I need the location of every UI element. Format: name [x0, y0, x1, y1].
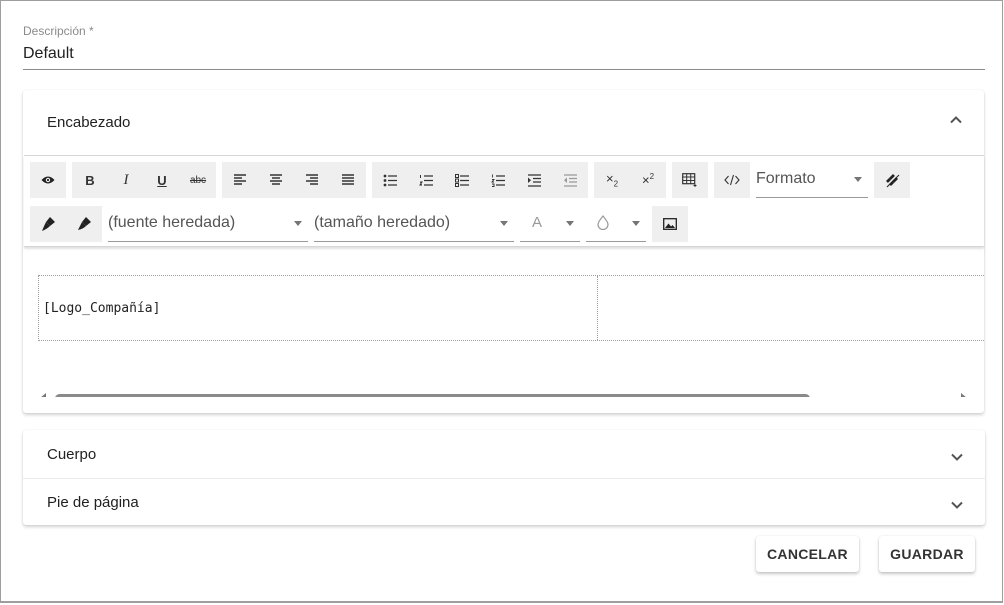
- content-table: [Logo_Compañía]: [38, 275, 984, 341]
- chevron-down-icon: [854, 177, 862, 182]
- font-size-select[interactable]: (tamaño heredado): [314, 206, 514, 242]
- bullet-list-icon: [383, 174, 397, 186]
- superscript-button[interactable]: ×2: [630, 162, 666, 198]
- scroll-right-arrow[interactable]: [961, 393, 967, 397]
- table-icon: [682, 173, 697, 187]
- image-icon: [663, 218, 677, 230]
- color-drop-icon: [597, 215, 609, 230]
- header-panel-title: Encabezado: [47, 114, 131, 131]
- toolbar-group-text-style: B I U abc: [72, 162, 216, 198]
- dialog: Descripción * Default Encabezado B I U a…: [0, 0, 1003, 603]
- editor-toolbar: B I U abc ×2 ×2 Formato (fuente heredada…: [24, 155, 984, 247]
- subscript-button[interactable]: ×2: [594, 162, 630, 198]
- description-underline: [23, 69, 985, 70]
- superscript-icon: ×2: [641, 172, 655, 188]
- toolbar-group-align: [222, 162, 366, 198]
- html-view-button[interactable]: [714, 162, 750, 198]
- outdent-icon: [563, 173, 577, 187]
- save-button[interactable]: GUARDAR: [879, 536, 975, 572]
- indent-icon: [527, 173, 541, 187]
- align-justify-button[interactable]: [330, 162, 366, 198]
- chevron-down-icon: [294, 221, 302, 226]
- body-panel-header[interactable]: Cuerpo: [23, 430, 985, 478]
- bullet-list-button[interactable]: [372, 162, 408, 198]
- description-label: Descripción *: [23, 24, 94, 38]
- outdent-button[interactable]: [552, 162, 588, 198]
- strikethrough-label: abc: [189, 174, 207, 186]
- chevron-down-icon: [500, 221, 508, 226]
- horizontal-scrollbar-thumb[interactable]: [55, 394, 810, 397]
- font-family-value: (fuente heredada): [108, 214, 236, 231]
- collapsed-panels: Cuerpo Pie de página: [23, 430, 985, 525]
- align-right-button[interactable]: [294, 162, 330, 198]
- cancel-button[interactable]: CANCELAR: [756, 536, 859, 572]
- ordered-list-button[interactable]: [480, 162, 516, 198]
- table-cell[interactable]: [Logo_Compañía]: [39, 276, 598, 340]
- subscript-icon: ×2: [605, 171, 619, 189]
- chevron-down-icon: [632, 221, 640, 226]
- description-input[interactable]: Default: [23, 45, 74, 63]
- chevron-down-icon: [951, 453, 963, 461]
- underline-button[interactable]: U: [144, 162, 180, 198]
- logo-placeholder: [Logo_Compañía]: [43, 301, 161, 316]
- toolbar-group-lists: [372, 162, 588, 198]
- text-color-icon: A: [532, 214, 543, 231]
- strikethrough-button[interactable]: abc: [180, 162, 216, 198]
- font-size-value: (tamaño heredado): [314, 214, 451, 231]
- align-center-button[interactable]: [258, 162, 294, 198]
- apply-format-button[interactable]: [66, 206, 102, 242]
- body-panel-title: Cuerpo: [47, 446, 97, 463]
- indent-button[interactable]: [516, 162, 552, 198]
- align-center-icon: [270, 174, 282, 185]
- code-icon: [724, 174, 740, 186]
- chevron-up-icon: [950, 116, 962, 124]
- toolbar-group-image: [652, 206, 688, 242]
- numbered-list-button[interactable]: [408, 162, 444, 198]
- scroll-left-arrow[interactable]: [40, 393, 46, 397]
- chevron-down-icon: [566, 221, 574, 226]
- preview-button[interactable]: [30, 162, 66, 198]
- toolbar-group-script: ×2 ×2: [594, 162, 666, 198]
- insert-table-button[interactable]: [672, 162, 708, 198]
- italic-button[interactable]: I: [108, 162, 144, 198]
- background-color-select[interactable]: [586, 206, 646, 242]
- align-left-icon: [234, 174, 246, 185]
- toolbar-group-clear: [874, 162, 910, 198]
- eye-icon: [41, 176, 55, 184]
- header-panel: Encabezado B I U abc ×2 ×2 Formato (fuen…: [23, 90, 984, 413]
- toolbar-group-brush: [30, 206, 102, 242]
- bold-button[interactable]: B: [72, 162, 108, 198]
- toolbar-group-code: [714, 162, 750, 198]
- toolbar-group-table: [672, 162, 708, 198]
- clear-format-brush-icon: [885, 173, 900, 188]
- italic-label: I: [123, 171, 129, 188]
- checklist-button[interactable]: [444, 162, 480, 198]
- font-family-select[interactable]: (fuente heredada): [108, 206, 308, 242]
- chevron-down-icon: [951, 501, 963, 509]
- align-left-button[interactable]: [222, 162, 258, 198]
- numbered-list-icon: [418, 174, 433, 186]
- brush-icon: [78, 217, 91, 230]
- clear-format-button[interactable]: [874, 162, 910, 198]
- footer-panel-title: Pie de página: [47, 494, 139, 511]
- editor-content[interactable]: [Logo_Compañía]: [24, 247, 984, 397]
- insert-image-button[interactable]: [652, 206, 688, 242]
- underline-label: U: [157, 172, 167, 188]
- text-color-select[interactable]: A: [520, 206, 580, 242]
- checklist-icon: [454, 173, 469, 187]
- footer-panel-header[interactable]: Pie de página: [23, 478, 985, 525]
- align-right-icon: [306, 174, 318, 185]
- format-select[interactable]: Formato: [756, 162, 868, 198]
- paint-brush-icon: [42, 217, 55, 231]
- header-panel-toggle[interactable]: Encabezado: [23, 90, 984, 154]
- format-select-value: Formato: [756, 170, 816, 187]
- ordered-list-icon: [490, 174, 505, 187]
- align-justify-icon: [342, 174, 354, 185]
- toolbar-group-view: [30, 162, 66, 198]
- copy-format-button[interactable]: [30, 206, 66, 242]
- table-cell[interactable]: [599, 276, 984, 340]
- bold-label: B: [85, 172, 95, 188]
